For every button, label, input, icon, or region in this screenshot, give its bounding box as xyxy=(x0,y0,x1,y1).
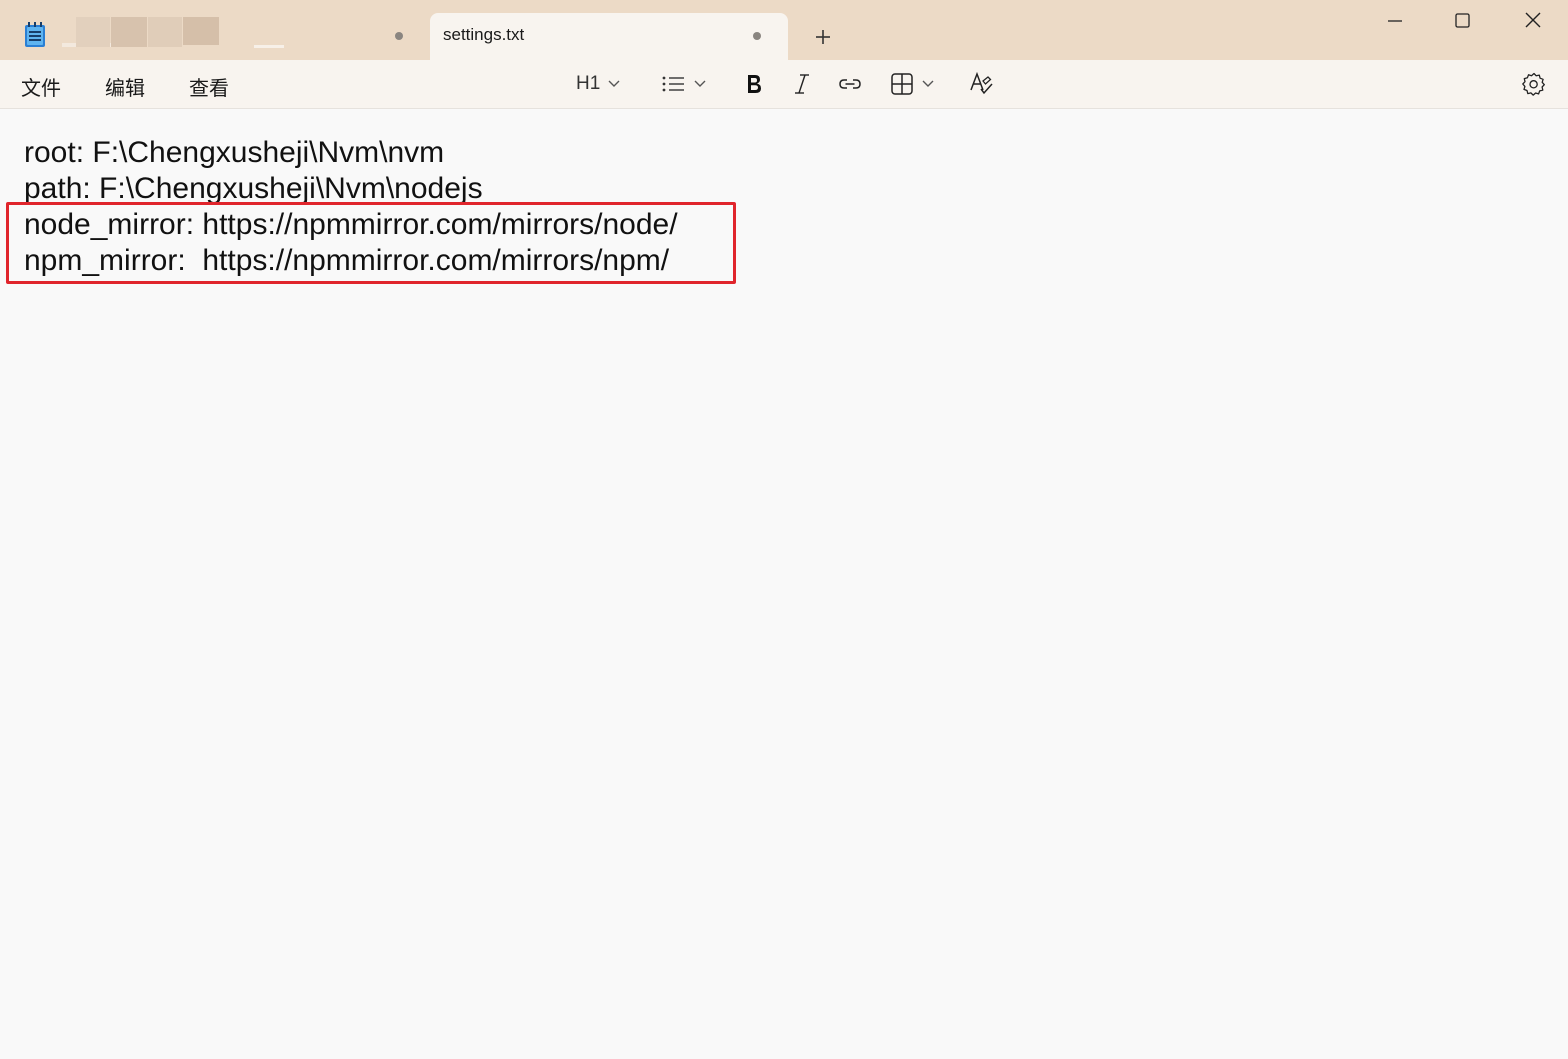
list-icon xyxy=(662,76,684,92)
chevron-down-icon xyxy=(694,80,706,87)
italic-icon xyxy=(795,74,809,94)
tab-label: settings.txt xyxy=(443,25,525,44)
spellcheck-button[interactable] xyxy=(969,70,995,98)
chevron-down-icon xyxy=(922,80,934,87)
tab-modified-dot[interactable] xyxy=(753,32,761,40)
tab-settings-txt[interactable]: settings.txt xyxy=(430,13,788,60)
notepad-app-icon xyxy=(24,22,46,48)
menu-bar: 文件 编辑 查看 H1 xyxy=(0,60,1568,109)
spellcheck-icon xyxy=(970,71,993,95)
minimize-button[interactable] xyxy=(1380,8,1410,34)
tab-modified-dot xyxy=(395,32,403,40)
menu-view[interactable]: 查看 xyxy=(189,72,229,101)
link-icon xyxy=(839,79,861,89)
list-dropdown[interactable] xyxy=(660,70,712,98)
chevron-down-icon xyxy=(608,80,620,87)
annotation-highlight-box xyxy=(6,202,736,284)
new-tab-button[interactable] xyxy=(810,24,836,50)
redacted-title-fragment xyxy=(254,45,284,48)
tab-redacted[interactable] xyxy=(56,13,426,60)
close-icon xyxy=(1525,12,1541,28)
settings-gear-icon xyxy=(1522,72,1545,96)
link-button[interactable] xyxy=(837,70,863,98)
plus-icon xyxy=(816,30,830,44)
title-bar: settings.txt xyxy=(0,0,1568,60)
redacted-title-fragment xyxy=(148,17,182,47)
menu-file[interactable]: 文件 xyxy=(21,72,61,101)
redacted-title-fragment xyxy=(111,17,147,47)
redacted-title-fragment xyxy=(183,17,219,45)
menu-edit[interactable]: 编辑 xyxy=(105,72,145,101)
heading-dropdown[interactable]: H1 xyxy=(576,70,628,98)
notepad-window: settings.txt 文件 编辑 查看 H1 root: F:\Chengx… xyxy=(0,0,1568,1059)
minimize-icon xyxy=(1388,20,1402,22)
text-editor[interactable]: root: F:\Chengxusheji\Nvm\nvm path: F:\C… xyxy=(0,109,1568,1059)
redacted-title-fragment xyxy=(76,17,110,47)
maximize-icon xyxy=(1455,13,1470,28)
close-button[interactable] xyxy=(1518,8,1548,34)
italic-button[interactable] xyxy=(790,70,814,98)
table-icon xyxy=(891,73,913,95)
maximize-button[interactable] xyxy=(1448,8,1478,34)
heading-level-label: H1 xyxy=(576,73,601,94)
bold-icon xyxy=(748,75,761,93)
settings-button[interactable] xyxy=(1521,70,1547,98)
table-dropdown[interactable] xyxy=(889,70,941,98)
document-line[interactable]: root: F:\Chengxusheji\Nvm\nvm xyxy=(24,135,444,171)
bold-button[interactable] xyxy=(742,70,766,98)
